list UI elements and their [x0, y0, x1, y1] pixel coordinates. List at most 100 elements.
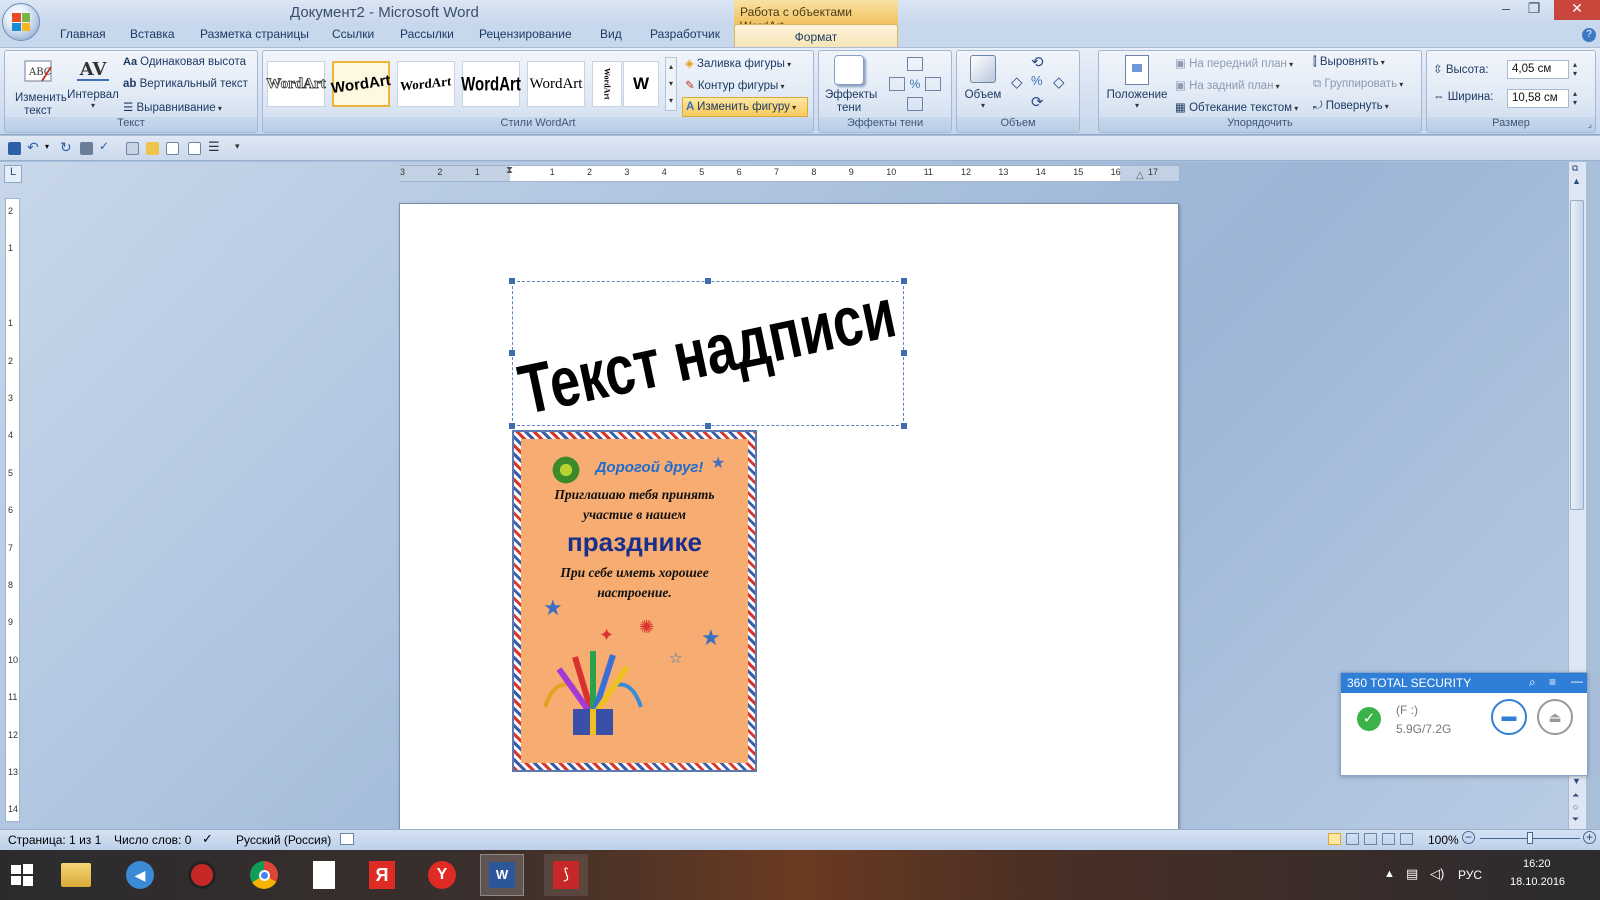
- browse-object-icon[interactable]: ○: [1573, 802, 1578, 812]
- customize-qat-icon[interactable]: ▾: [235, 141, 240, 152]
- tray-expand-icon[interactable]: ▲: [1384, 868, 1395, 880]
- word-taskbar-icon[interactable]: W: [480, 854, 524, 896]
- scroll-thumb[interactable]: [1570, 200, 1584, 510]
- open-icon[interactable]: [146, 142, 159, 155]
- macro-record-icon[interactable]: [340, 833, 354, 845]
- wordart-style-5[interactable]: WordArt: [527, 61, 585, 107]
- outline-view-icon[interactable]: [1382, 833, 1395, 845]
- width-spinner[interactable]: ▴ ▾: [1573, 89, 1577, 107]
- shadow-effects-button[interactable]: Эффекты тени: [825, 55, 877, 115]
- text-wrap-button[interactable]: ▦ Обтекание текстом ▾: [1175, 100, 1298, 114]
- bring-to-front-button[interactable]: ▣ На передний план ▾: [1175, 56, 1293, 70]
- previous-page-icon[interactable]: ⏶: [1572, 790, 1579, 801]
- eject-button[interactable]: ⏏: [1537, 699, 1573, 735]
- full-screen-view-icon[interactable]: [1346, 833, 1359, 845]
- tilt-down-icon[interactable]: ⟳: [1031, 93, 1044, 111]
- undo-dropdown-icon[interactable]: ▾: [45, 142, 49, 151]
- tab-home[interactable]: Главная: [60, 27, 106, 41]
- print-layout-view-icon[interactable]: [1328, 833, 1341, 845]
- wordart-style-6[interactable]: WordArt: [592, 61, 622, 107]
- change-shape-button[interactable]: A Изменить фигуру ▾: [682, 97, 808, 117]
- zoom-in-icon[interactable]: +: [1583, 831, 1596, 844]
- send-to-back-button[interactable]: ▣ На задний план ▾: [1175, 78, 1280, 92]
- popup-menu-icon[interactable]: ≡: [1549, 675, 1556, 689]
- resize-handle[interactable]: [705, 278, 711, 284]
- nudge-shadow-left-icon[interactable]: [889, 77, 905, 91]
- clock-date[interactable]: 18.10.2016: [1510, 876, 1565, 888]
- acrobat-icon[interactable]: ⟆: [544, 854, 588, 896]
- styles-gallery-scroll[interactable]: ▴ ▾ ▾: [665, 57, 677, 111]
- tab-references[interactable]: Ссылки: [332, 27, 374, 41]
- same-height-button[interactable]: Aa Одинаковая высота: [123, 56, 246, 68]
- minimize-button[interactable]: –: [1492, 0, 1520, 20]
- scroll-up-icon[interactable]: ▲: [1572, 176, 1581, 186]
- size-dialog-launcher-icon[interactable]: ⌟: [1588, 119, 1592, 130]
- yandex-icon[interactable]: Я: [360, 854, 404, 896]
- nudge-shadow-up-icon[interactable]: [907, 57, 923, 71]
- tab-mailings[interactable]: Рассылки: [400, 27, 454, 41]
- wordart-style-4[interactable]: WordArt: [461, 61, 521, 107]
- rotate-button[interactable]: ⤾ Повернуть ▾: [1313, 100, 1389, 113]
- maximize-button[interactable]: ❐: [1520, 0, 1548, 20]
- nudge-shadow-right-icon[interactable]: [925, 77, 941, 91]
- first-line-indent-marker[interactable]: ⧗: [506, 165, 513, 176]
- tab-review[interactable]: Рецензирование: [479, 27, 572, 41]
- shadow-toggle-icon[interactable]: %: [907, 77, 923, 91]
- wordart-style-2[interactable]: WordArt: [330, 61, 392, 107]
- word-count[interactable]: Число слов: 0: [114, 833, 191, 847]
- alignment-button[interactable]: ☰ Выравнивание ▾: [123, 100, 222, 114]
- zoom-level[interactable]: 100%: [1428, 833, 1459, 847]
- volume-icon[interactable]: ◁): [1430, 866, 1444, 882]
- media-player-icon[interactable]: ◀: [118, 854, 162, 896]
- popup-search-icon[interactable]: ⌕: [1529, 675, 1536, 690]
- web-layout-view-icon[interactable]: [1364, 833, 1377, 845]
- wordart-style-7[interactable]: W: [623, 61, 659, 107]
- yandex-browser-icon[interactable]: Y: [420, 854, 464, 896]
- open-folder-button[interactable]: ▬: [1491, 699, 1527, 735]
- next-page-icon[interactable]: ⏷: [1572, 814, 1579, 825]
- clock-time[interactable]: 16:20: [1523, 858, 1551, 870]
- scroll-down-icon[interactable]: ▼: [1572, 776, 1581, 786]
- book-icon[interactable]: [166, 142, 179, 155]
- 3d-effects-button[interactable]: Объем ▾: [961, 55, 1005, 110]
- width-input[interactable]: 10,58 см: [1507, 89, 1569, 108]
- group-objects-button[interactable]: ⧉ Группировать ▾: [1313, 78, 1403, 91]
- help-icon[interactable]: ?: [1582, 28, 1596, 42]
- vertical-text-button[interactable]: ab Вертикальный текст: [123, 78, 248, 90]
- chrome-icon[interactable]: [242, 854, 286, 896]
- height-input[interactable]: 4,05 см: [1507, 60, 1569, 79]
- height-spinner[interactable]: ▴ ▾: [1573, 60, 1577, 78]
- tab-view[interactable]: Вид: [600, 27, 622, 41]
- print-preview-icon[interactable]: [126, 142, 139, 155]
- save-icon[interactable]: [8, 142, 21, 155]
- input-language[interactable]: РУС: [1458, 868, 1482, 882]
- zoom-out-icon[interactable]: −: [1462, 831, 1475, 844]
- start-button[interactable]: [0, 854, 44, 896]
- wordart-style-3[interactable]: WordArt: [397, 61, 455, 107]
- right-indent-marker[interactable]: △: [1136, 170, 1144, 181]
- tab-stop-selector[interactable]: L: [4, 165, 22, 183]
- spelling-icon[interactable]: ✓: [99, 139, 109, 153]
- tab-developer[interactable]: Разработчик: [650, 27, 720, 41]
- tilt-right-icon[interactable]: ◇: [1053, 73, 1065, 91]
- popup-minimize-icon[interactable]: —: [1571, 674, 1583, 688]
- close-button[interactable]: ✕: [1554, 0, 1600, 20]
- ruler-toggle-icon[interactable]: ⧉: [1572, 163, 1578, 174]
- blank-document-icon[interactable]: [302, 854, 346, 896]
- language-status[interactable]: Русский (Россия): [236, 833, 331, 847]
- tab-page-layout[interactable]: Разметка страницы: [200, 27, 309, 41]
- shape-outline-button[interactable]: ✎ Контур фигуры ▾: [685, 78, 785, 92]
- undo-icon[interactable]: ↶: [27, 139, 39, 156]
- tab-format[interactable]: Формат: [734, 24, 898, 48]
- draft-view-icon[interactable]: [1400, 833, 1413, 845]
- redo-icon[interactable]: ↻: [60, 139, 72, 156]
- page-count[interactable]: Страница: 1 из 1: [8, 833, 101, 847]
- edit-text-button[interactable]: ABC Изменить текст: [15, 55, 67, 118]
- tab-insert[interactable]: Вставка: [130, 27, 175, 41]
- print-icon[interactable]: [80, 142, 93, 155]
- file-explorer-icon[interactable]: [54, 854, 98, 896]
- resize-handle[interactable]: [901, 278, 907, 284]
- tilt-left-icon[interactable]: ◇: [1011, 73, 1023, 91]
- zoom-slider-thumb[interactable]: [1527, 832, 1533, 844]
- proofing-icon[interactable]: ✓: [202, 831, 213, 847]
